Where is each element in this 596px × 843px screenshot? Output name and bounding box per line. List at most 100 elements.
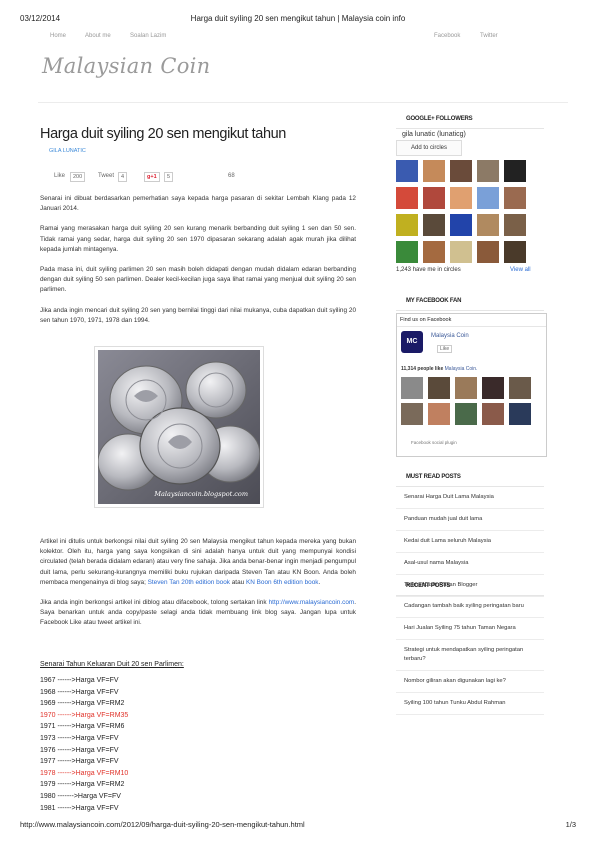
gplus-view-all-link[interactable]: View all <box>510 267 531 273</box>
fan-avatar[interactable] <box>482 377 504 399</box>
print-footer: http://www.malaysiancoin.com/2012/09/har… <box>20 820 576 832</box>
recent-posts-list: Cadangan tambah baik syiling peringatan … <box>396 596 544 715</box>
nav-soalan-link[interactable]: Soalan Lazim <box>130 33 166 39</box>
fb-like-button[interactable]: Like <box>54 173 65 179</box>
follower-avatar[interactable] <box>477 187 499 209</box>
sidebar-post-link[interactable]: Senarai Harga Duit Lama Malaysia <box>396 487 544 509</box>
follower-avatar[interactable] <box>504 241 526 263</box>
fb-page-logo[interactable]: MC <box>401 331 423 353</box>
kn-boon-link[interactable]: KN Boon 6th edition book <box>246 579 318 586</box>
fan-avatar[interactable] <box>428 403 450 425</box>
year-price-item: 1979 ------>Harga VF=RM2 <box>40 781 125 789</box>
fb-page-name[interactable]: Malaysia Coin <box>431 333 469 339</box>
sidebar-post-link[interactable]: Asal-usul nama Malaysia <box>396 553 544 575</box>
header-divider <box>38 102 568 103</box>
year-price-item: 1973 ------>Harga VF=FV <box>40 734 119 742</box>
follower-avatar[interactable] <box>504 214 526 236</box>
year-price-item: 1976 ------>Harga VF=FV <box>40 746 119 754</box>
paragraph-3: Pada masa ini, duit syiling parlimen 20 … <box>40 266 356 294</box>
nav-twitter-link[interactable]: Twitter <box>480 33 498 39</box>
sidebar-post-link[interactable]: Cadangan tambah baik syiling peringatan … <box>396 596 544 618</box>
fan-avatar[interactable] <box>401 377 423 399</box>
fan-avatar[interactable] <box>509 377 531 399</box>
fan-avatar[interactable] <box>482 403 504 425</box>
follower-avatar[interactable] <box>477 160 499 182</box>
years-list-title: Senarai Tahun Keluaran Duit 20 sen Parli… <box>40 661 184 668</box>
nav-home-link[interactable]: Home <box>50 33 66 39</box>
follower-avatar[interactable] <box>450 214 472 236</box>
follower-avatar[interactable] <box>396 214 418 236</box>
gplus-count: 5 <box>164 172 174 182</box>
tweet-button[interactable]: Tweet <box>98 173 114 179</box>
article: Harga duit syiling 20 sen mengikut tahun… <box>40 126 356 326</box>
paragraph-2: Ramai yang merasakan harga duit syiling … <box>40 225 356 253</box>
nav-about-link[interactable]: About me <box>85 33 111 39</box>
gplus-profile-name[interactable]: gila lunatic (lunaticg) <box>402 131 466 138</box>
recent-posts-heading: RECENT POSTS <box>396 579 544 596</box>
sidebar-post-link[interactable]: Nombor giliran akan digunakan lagi ke? <box>396 671 544 693</box>
tweet-count: 4 <box>118 172 128 182</box>
gplus-button[interactable]: g+1 <box>144 172 160 182</box>
sidebar-post-link[interactable]: Panduan mudah jual duit lama <box>396 509 544 531</box>
article-lower: Artikel ini ditulis untuk berkongsi nila… <box>40 537 356 629</box>
share-count: 68 <box>228 173 235 179</box>
paragraph-6: Jika anda ingin berkongsi artikel ini di… <box>40 599 356 627</box>
follower-avatar[interactable] <box>396 160 418 182</box>
print-url: http://www.malaysiancoin.com/2012/09/har… <box>20 820 305 829</box>
follower-avatar[interactable] <box>504 160 526 182</box>
fb-page-like-button[interactable]: Like <box>437 345 453 353</box>
follower-avatar[interactable] <box>396 187 418 209</box>
social-bar: Like 200 Tweet 4 g+1 5 68 <box>40 172 356 186</box>
follower-avatar[interactable] <box>396 241 418 263</box>
follower-avatar[interactable] <box>423 187 445 209</box>
follower-avatar[interactable] <box>423 160 445 182</box>
years-list: 1967 ------>Harga VF=FV 1968 ------>Harga… <box>40 675 128 814</box>
coins-illustration <box>98 350 260 504</box>
photo-watermark: Malaysiancoin.blogspot.com <box>154 490 248 498</box>
year-price-item: 1969 ------>Harga VF=RM2 <box>40 700 125 708</box>
follower-avatar[interactable] <box>423 241 445 263</box>
coin-photo[interactable]: Malaysiancoin.blogspot.com <box>98 350 260 504</box>
steven-tan-link[interactable]: Steven Tan 20th edition book <box>148 579 230 586</box>
year-price-item: 1981 ------>Harga VF=FV <box>40 804 119 812</box>
year-price-item: 1971 ------>Harga VF=RM6 <box>40 723 125 731</box>
sidebar-post-link[interactable]: Syiling 100 tahun Tunku Abdul Rahman <box>396 693 544 715</box>
add-to-circles-button[interactable]: Add to circles <box>396 140 462 156</box>
site-logo[interactable]: Malaysian Coin <box>42 54 211 78</box>
nav-facebook-link[interactable]: Facebook <box>434 33 460 39</box>
sidebar-post-link[interactable]: Strategi untuk mendapatkan syiling perin… <box>396 640 544 671</box>
coin-photo-frame: Malaysiancoin.blogspot.com <box>94 346 264 508</box>
post-author[interactable]: GILA LUNATIC <box>49 148 356 154</box>
year-price-item: 1977 ------>Harga VF=FV <box>40 758 119 766</box>
top-nav: Home About me Soalan Lazim Facebook Twit… <box>50 33 546 43</box>
fan-avatar[interactable] <box>428 377 450 399</box>
paragraph-5: Artikel ini ditulis untuk berkongsi nila… <box>40 538 356 586</box>
follower-avatar[interactable] <box>450 187 472 209</box>
fan-avatar[interactable] <box>401 403 423 425</box>
year-price-item: 1970 ------>Harga VF=RM35 <box>40 711 129 719</box>
follower-avatar[interactable] <box>477 214 499 236</box>
paragraph-4: Jika anda ingin mencari duit syiling 20 … <box>40 306 356 324</box>
follower-avatar[interactable] <box>450 241 472 263</box>
follower-avatar[interactable] <box>423 214 445 236</box>
year-price-item: 1968 ------>Harga VF=FV <box>40 688 119 696</box>
fb-widget-heading: MY FACEBOOK FAN <box>396 294 544 311</box>
print-page-number: 1/3 <box>565 820 576 829</box>
fan-avatar[interactable] <box>509 403 531 425</box>
print-header: 03/12/2014 Harga duit syiling 20 sen men… <box>20 14 576 26</box>
sidebar-post-link[interactable]: Hari Jualan Syiling 75 tahun Taman Negar… <box>396 618 544 640</box>
must-read-widget: MUST READ POSTS Senarai Harga Duit Lama … <box>396 470 544 597</box>
gplus-follower-grid <box>396 160 534 263</box>
sidebar-post-link[interactable]: Kedai duit Lama seluruh Malaysia <box>396 531 544 553</box>
year-price-item: 1980 ------->Harga VF=FV <box>40 792 121 800</box>
fan-avatar[interactable] <box>455 403 477 425</box>
fan-avatar[interactable] <box>455 377 477 399</box>
fb-find-us: Find us on Facebook <box>397 314 546 327</box>
fb-plugin-label: Facebook social plugin <box>411 440 457 445</box>
gplus-follower-count: 1,243 have me in circles <box>396 267 461 273</box>
malaysiancoin-link[interactable]: http://www.malaysiancoin.com <box>269 599 355 606</box>
follower-avatar[interactable] <box>450 160 472 182</box>
fb-fan-grid <box>401 377 531 425</box>
follower-avatar[interactable] <box>504 187 526 209</box>
follower-avatar[interactable] <box>477 241 499 263</box>
